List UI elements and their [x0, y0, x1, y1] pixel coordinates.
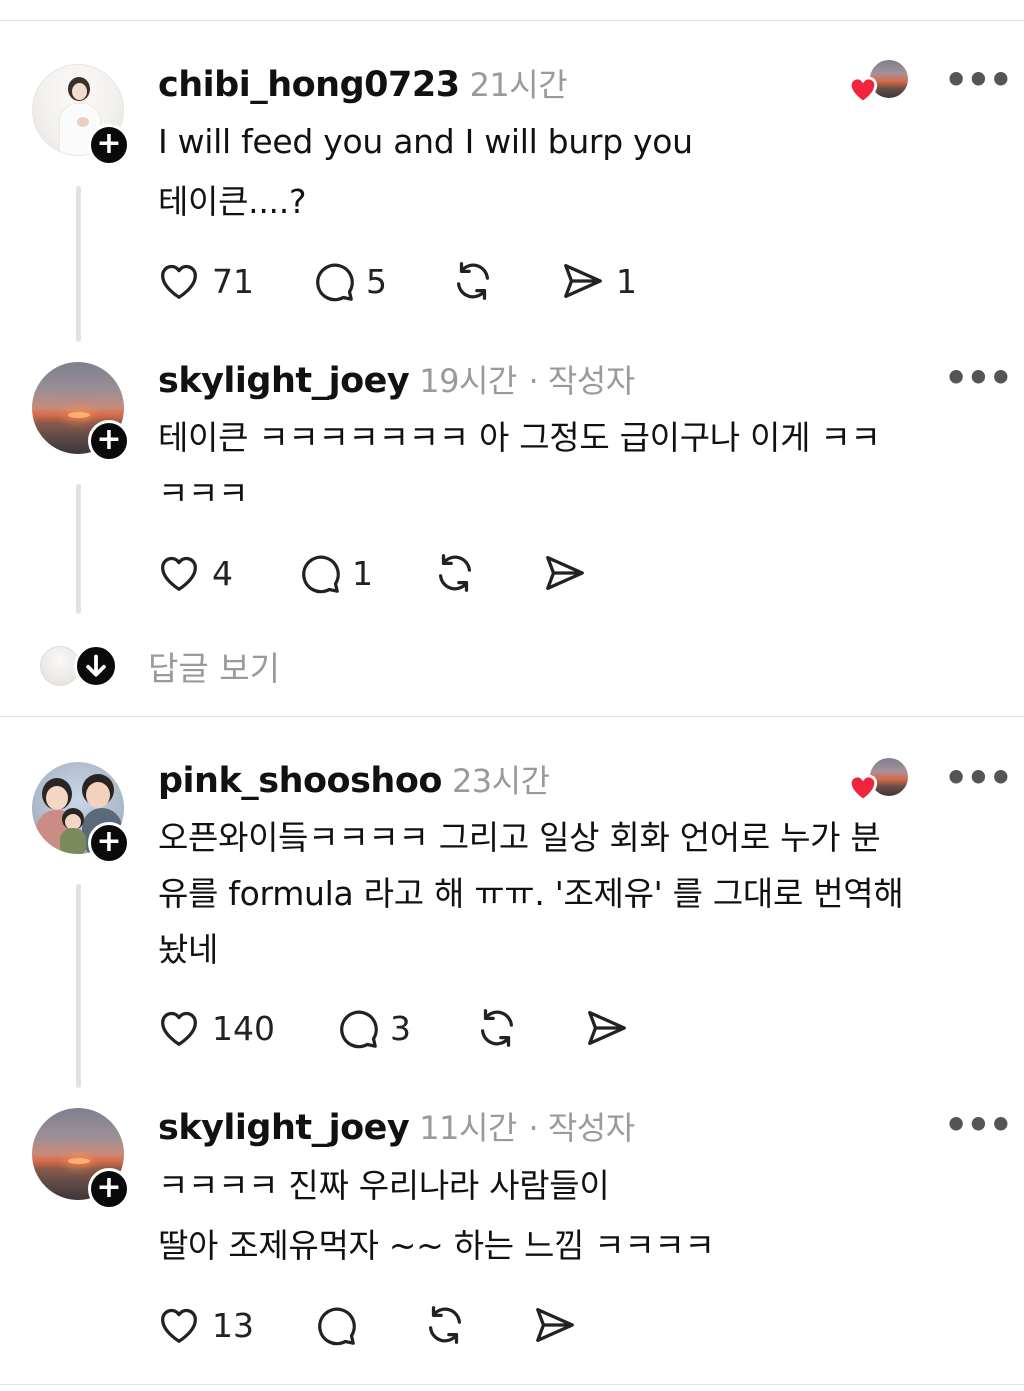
username[interactable]: pink_shooshoo: [158, 761, 442, 801]
comment-text: 테이큰 ㅋㅋㅋㅋㅋㅋㅋ 아 그정도 급이구나 이게 ㅋㅋ ㅋㅋㅋ: [158, 410, 998, 522]
reply-count: 5: [366, 261, 387, 301]
repost-icon: [428, 1306, 462, 1344]
comment-line: 테이큰 ㅋㅋㅋㅋㅋㅋㅋ 아 그정도 급이구나 이게 ㅋㅋ: [158, 418, 881, 457]
thread-divider: [0, 716, 1024, 717]
comment-bubble-icon: [318, 1307, 356, 1346]
comment-line: 테이큰....?: [158, 182, 307, 221]
more-options-icon[interactable]: •••: [944, 356, 1013, 400]
like-button[interactable]: 4: [156, 548, 233, 598]
comment-text: I will feed you and I will burp you 테이큰.…: [158, 114, 998, 230]
like-count: 140: [212, 1008, 275, 1048]
comment-header: skylight_joey 19시간 · 작성자: [158, 356, 635, 402]
repost-button[interactable]: [474, 1003, 520, 1053]
reply-button[interactable]: 3: [334, 1003, 411, 1053]
timestamp: 21시간: [469, 66, 568, 104]
like-count: 4: [212, 553, 233, 593]
follow-plus-icon[interactable]: +: [88, 822, 130, 864]
comment-line: 딸아 조제유먹자 ~~ 하는 느낌 ㅋㅋㅋㅋ: [158, 1226, 715, 1265]
reply-count: 3: [390, 1008, 411, 1048]
bottom-divider: [0, 1384, 1024, 1385]
heart-outline-icon: [161, 264, 197, 299]
like-button[interactable]: 140: [156, 1003, 275, 1053]
like-button[interactable]: 71: [156, 256, 254, 306]
like-count: 13: [212, 1305, 254, 1345]
comment-line: I will feed you and I will burp you: [158, 122, 693, 161]
share-count: 1: [616, 261, 637, 301]
heart-outline-icon: [161, 1011, 197, 1046]
comment-line: ㅋㅋㅋ: [158, 474, 249, 513]
comment-text: 오픈와이듴ㅋㅋㅋㅋ 그리고 일상 회화 언어로 누가 분 유를 formula …: [158, 810, 998, 978]
repost-button[interactable]: [432, 548, 478, 598]
thread-connector: [76, 884, 81, 1088]
follow-plus-icon[interactable]: +: [88, 1168, 130, 1210]
comment-line: 오픈와이듴ㅋㅋㅋㅋ 그리고 일상 회화 언어로 누가 분: [158, 818, 881, 857]
comment-line: 유를 formula 라고 해 ㅠㅠ. '조제유' 를 그대로 번역해: [158, 874, 904, 913]
liked-by-author-indicator: [846, 756, 912, 802]
comment-bubble-icon: [302, 555, 340, 594]
timestamp: 11시간: [419, 1109, 517, 1147]
thread-connector: [76, 484, 81, 614]
share-button[interactable]: [532, 1300, 578, 1350]
comment-bubble-icon: [316, 263, 354, 302]
username[interactable]: skylight_joey: [158, 361, 410, 401]
repost-icon: [480, 1009, 514, 1047]
heart-outline-icon: [161, 1308, 197, 1343]
like-count: 71: [212, 261, 254, 301]
send-icon: [588, 1011, 626, 1045]
author-tag: · 작성자: [528, 362, 636, 400]
more-options-icon[interactable]: •••: [944, 1103, 1013, 1147]
username[interactable]: chibi_hong0723: [158, 65, 460, 105]
comment-header: chibi_hong0723 21시간: [158, 60, 568, 106]
share-button[interactable]: [584, 1003, 630, 1053]
comment-text: ㅋㅋㅋㅋ 진짜 우리나라 사람들이 딸아 조제유먹자 ~~ 하는 느낌 ㅋㅋㅋㅋ: [158, 1158, 998, 1274]
send-icon: [564, 264, 602, 298]
top-divider: [0, 20, 1024, 21]
liked-by-author-indicator: [846, 58, 912, 104]
view-replies-label[interactable]: 답글 보기: [148, 642, 280, 690]
more-options-icon[interactable]: •••: [944, 756, 1013, 800]
repost-icon: [456, 262, 490, 300]
more-options-icon[interactable]: •••: [944, 58, 1013, 102]
share-button[interactable]: [542, 548, 588, 598]
like-button[interactable]: 13: [156, 1300, 254, 1350]
repost-icon: [438, 554, 472, 592]
heart-filled-icon: [848, 76, 878, 104]
send-icon: [546, 556, 584, 590]
username[interactable]: skylight_joey: [158, 1108, 410, 1148]
arrow-down-icon: [74, 644, 118, 688]
heart-outline-icon: [161, 556, 197, 591]
comment-header: pink_shooshoo 23시간: [158, 756, 550, 802]
comment-header: skylight_joey 11시간 · 작성자: [158, 1103, 635, 1149]
heart-filled-icon: [848, 774, 878, 802]
comment-line: ㅋㅋㅋㅋ 진짜 우리나라 사람들이: [158, 1166, 610, 1205]
share-button[interactable]: 1: [560, 256, 637, 306]
thread-connector: [76, 186, 81, 342]
comment-line: 놨네: [158, 930, 219, 969]
comment-bubble-icon: [340, 1010, 378, 1049]
send-icon: [536, 1308, 574, 1342]
follow-plus-icon[interactable]: +: [88, 420, 130, 462]
follow-plus-icon[interactable]: +: [88, 124, 130, 166]
author-tag: · 작성자: [528, 1109, 636, 1147]
timestamp: 23시간: [451, 762, 550, 800]
reply-button[interactable]: 1: [296, 548, 373, 598]
reply-count: 1: [352, 553, 373, 593]
reply-button[interactable]: [312, 1300, 358, 1350]
repost-button[interactable]: [422, 1300, 468, 1350]
repost-button[interactable]: [450, 256, 496, 306]
reply-button[interactable]: 5: [310, 256, 387, 306]
timestamp: 19시간: [419, 362, 517, 400]
